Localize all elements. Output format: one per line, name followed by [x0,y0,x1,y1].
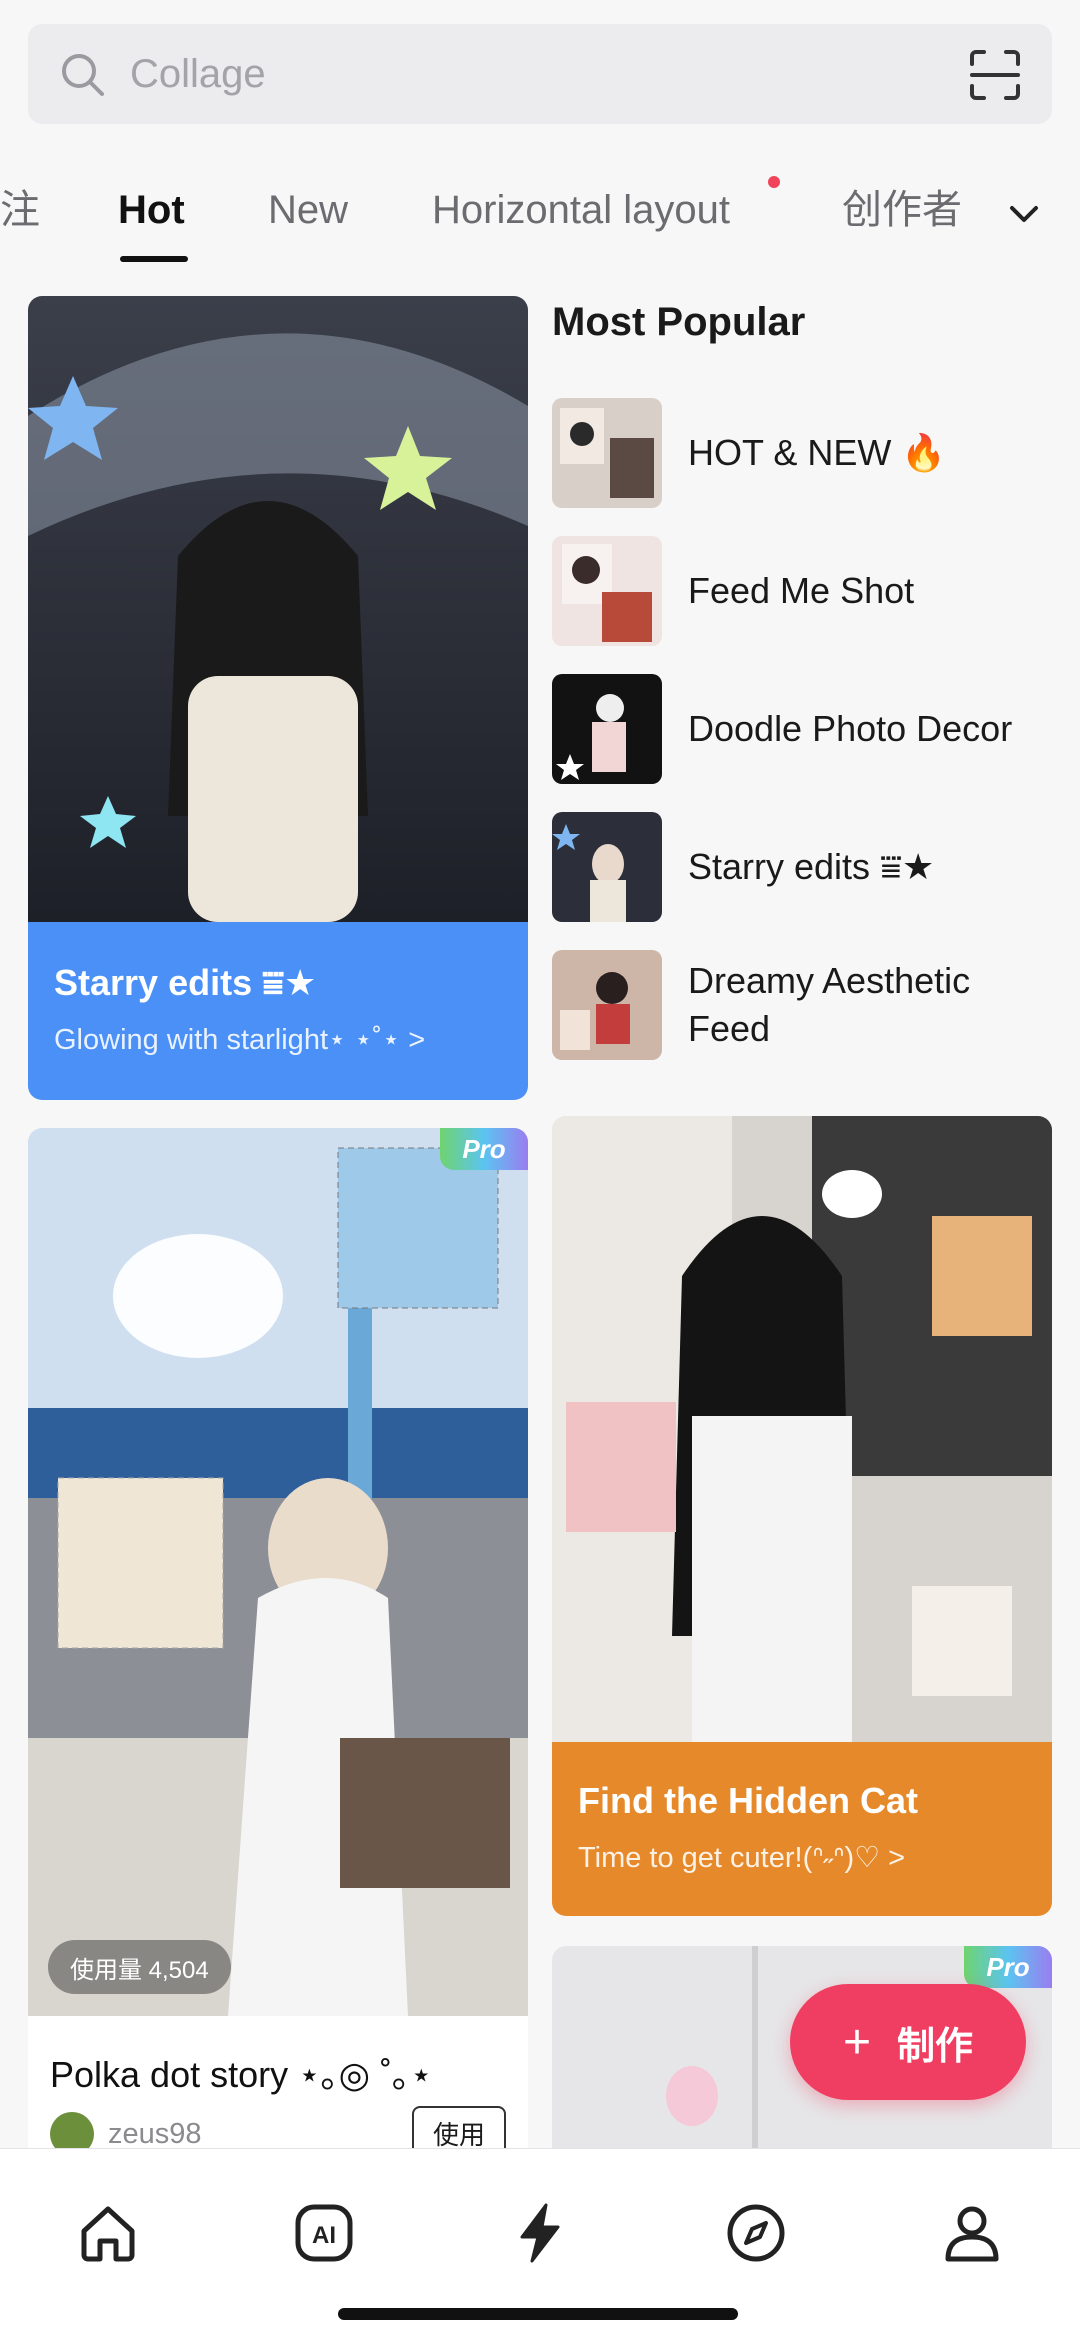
tab-following[interactable]: 注 [0,182,40,238]
thumbnail-image [552,812,662,922]
thumbnail-image [552,398,662,508]
chevron-down-icon[interactable] [1006,196,1042,232]
most-popular-label: Feed Me Shot [688,570,915,611]
active-tab-indicator [120,256,188,262]
most-popular-label: Doodle Photo Decor [688,708,1013,749]
most-popular-label: Dreamy Aesthetic Feed [688,960,971,1049]
category-tabs: 注 Hot New Horizontal layout 创作者 [0,160,1080,270]
template-image [552,1116,1052,1742]
tab-horizontal-layout[interactable]: Horizontal layout [432,182,730,238]
search-icon [62,54,104,96]
home-icon[interactable] [76,2201,140,2265]
featured-subtitle[interactable]: Glowing with starlight⋆ ⋆˚⋆ > [54,1022,425,1057]
plus-icon: + [842,2015,871,2069]
pro-badge: Pro [964,1946,1052,1988]
template-image [28,1128,528,2016]
thumbnail-image [552,674,662,784]
most-popular-label: Starry edits ⩸★ [688,846,935,887]
template-title: Polka dot story ⋆｡◎ ˚｡⋆ [50,2054,433,2095]
tab-hot[interactable]: Hot [118,182,185,238]
featured-caption: Starry edits ⩸★ Glowing with starlight⋆ … [28,922,528,1100]
template-card-polka[interactable]: Pro 使用量 4,504 Polka dot story ⋆｡◎ ˚｡⋆ ze… [28,1128,528,2168]
hidden-cat-title: Find the Hidden Cat [578,1780,918,1821]
most-popular-item[interactable]: HOT & NEW 🔥 [552,398,1052,508]
usage-count: 使用量 4,504 [48,1940,231,1994]
most-popular-item[interactable]: Doodle Photo Decor [552,674,1052,784]
home-indicator [338,2308,738,2320]
create-button[interactable]: + 制作 [790,1984,1026,2100]
pro-badge: Pro [440,1128,528,1170]
thumbnail-image [552,536,662,646]
most-popular-item[interactable]: Feed Me Shot [552,536,1052,646]
most-popular-item[interactable]: Dreamy Aesthetic Feed [552,950,1052,1060]
template-card-hidden-cat[interactable]: Find the Hidden Cat Time to get cuter!(ᐢ… [552,1116,1052,1916]
scan-icon[interactable] [968,48,1022,102]
thumbnail-image [552,950,662,1060]
most-popular-item[interactable]: Starry edits ⩸★ [552,812,1052,922]
create-label: 制作 [897,2025,974,2068]
most-popular-label: HOT & NEW 🔥 [688,432,947,473]
compass-icon[interactable] [724,2201,788,2265]
notification-dot [768,176,780,188]
profile-icon[interactable] [940,2201,1004,2265]
ai-icon[interactable]: AI [292,2201,356,2265]
most-popular-title: Most Popular [552,300,806,344]
hidden-cat-caption: Find the Hidden Cat Time to get cuter!(ᐢ… [552,1742,1052,1916]
featured-image [28,296,528,922]
tab-creators[interactable]: 创作者 [842,182,962,238]
search-input[interactable]: Collage [130,46,266,102]
svg-text:AI: AI [312,2222,336,2249]
lightning-icon[interactable] [508,2201,572,2265]
hidden-cat-subtitle[interactable]: Time to get cuter!(ᐢ˶ᐢ)♡ > [578,1840,905,1875]
search-bar[interactable]: Collage [28,24,1052,124]
author-name[interactable]: zeus98 [108,2118,202,2151]
tab-new[interactable]: New [268,182,348,238]
featured-card[interactable]: Starry edits ⩸★ Glowing with starlight⋆ … [28,296,528,1100]
featured-title: Starry edits ⩸★ [54,962,317,1003]
